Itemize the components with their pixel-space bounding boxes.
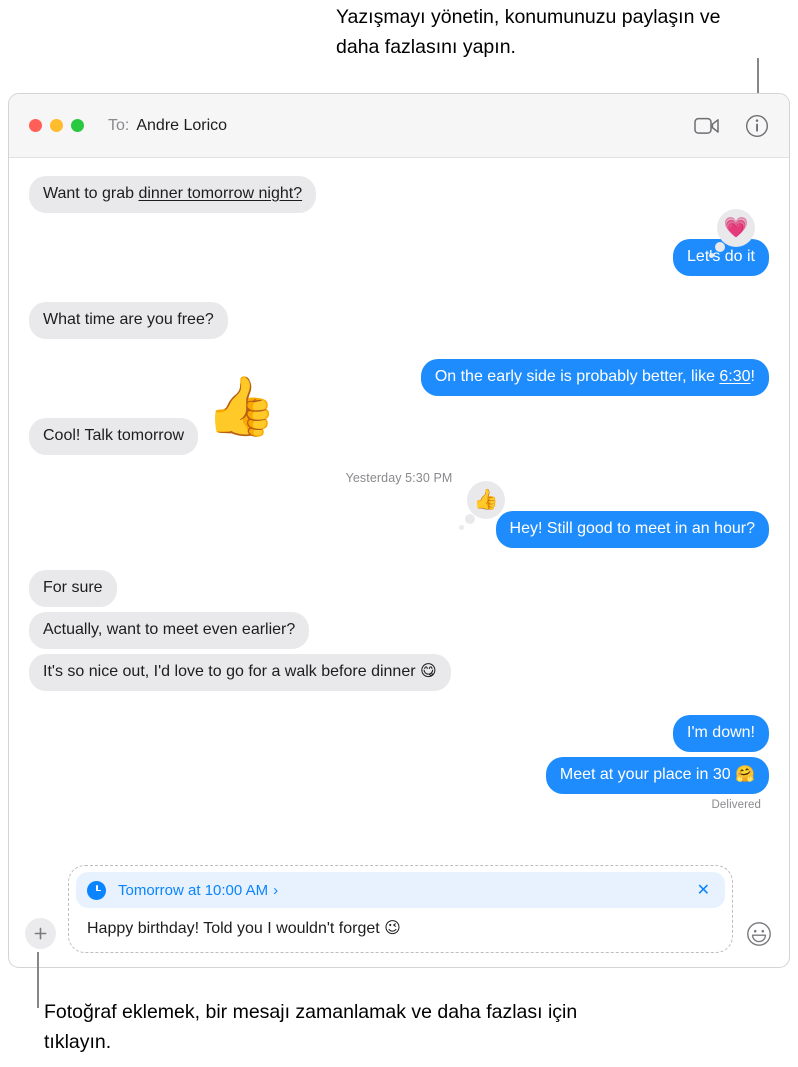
remove-schedule-button[interactable]: ✕ bbox=[695, 880, 712, 900]
message-row: What time are you free? bbox=[21, 302, 769, 339]
smiley-face-icon bbox=[747, 922, 771, 946]
zoom-window-button[interactable] bbox=[71, 119, 84, 132]
message-row: It's so nice out, I'd love to go for a w… bbox=[21, 654, 769, 691]
callout-bottom-text: Fotoğraf eklemek, bir mesajı zamanlamak … bbox=[44, 1001, 578, 1053]
details-info-button[interactable] bbox=[743, 112, 771, 140]
message-bubble-incoming[interactable]: What time are you free? bbox=[21, 302, 228, 339]
message-bubble-outgoing[interactable]: I'm down! bbox=[673, 715, 769, 752]
message-transcript[interactable]: Want to grab dinner tomorrow night? 💗 Le… bbox=[9, 158, 789, 855]
tapback-bubble: 👍 bbox=[467, 481, 505, 519]
message-bubble-incoming[interactable]: Want to grab dinner tomorrow night? bbox=[20, 176, 317, 213]
message-row: For sure bbox=[29, 570, 769, 607]
message-text-link[interactable]: 6:30 bbox=[719, 368, 750, 385]
message-bubble-outgoing[interactable]: On the early side is probably better, li… bbox=[420, 359, 778, 396]
tapback-bubble: 💗 bbox=[717, 209, 755, 247]
message-row: 💗 Let's do it bbox=[29, 209, 777, 276]
message-bubble-incoming[interactable]: Actually, want to meet even earlier? bbox=[29, 612, 310, 649]
message-bubble-incoming[interactable]: It's so nice out, I'd love to go for a w… bbox=[21, 654, 451, 691]
message-composer: Tomorrow at 10:00 AM › ✕ Happy birthday!… bbox=[9, 855, 789, 967]
message-input-field[interactable]: Tomorrow at 10:00 AM › ✕ Happy birthday!… bbox=[68, 865, 733, 953]
recipient-name: Andre Lorico bbox=[136, 116, 228, 134]
draft-message-text[interactable]: Happy birthday! Told you I wouldn't forg… bbox=[76, 908, 725, 945]
tapback-reaction-thumbsup[interactable]: 👍 bbox=[459, 481, 509, 530]
tapback-dot-small bbox=[459, 525, 464, 530]
clock-icon bbox=[87, 880, 106, 900]
message-text: Want to grab bbox=[43, 185, 139, 202]
message-row: Want to grab dinner tomorrow night? bbox=[20, 176, 769, 213]
tapback-dot-large bbox=[715, 242, 725, 252]
to-label: To: bbox=[108, 116, 130, 134]
message-bubble-incoming[interactable]: For sure bbox=[29, 570, 117, 607]
minimize-window-button[interactable] bbox=[50, 119, 63, 132]
message-row: Meet at your place in 30 🤗 bbox=[29, 757, 778, 794]
message-row: On the early side is probably better, li… bbox=[29, 359, 778, 396]
delivery-status: Delivered bbox=[711, 799, 761, 811]
chevron-right-icon[interactable]: › bbox=[273, 882, 278, 899]
conversation-timestamp: Yesterday 5:30 PM bbox=[345, 471, 453, 485]
messages-window: To: Andre Lorico Want to grab dinner tom… bbox=[8, 93, 790, 968]
tapback-dot-large bbox=[465, 514, 475, 524]
message-text-link[interactable]: dinner tomorrow night? bbox=[138, 185, 302, 202]
emoji-picker-button[interactable] bbox=[745, 920, 773, 948]
message-bubble-outgoing[interactable]: Meet at your place in 30 🤗 bbox=[545, 757, 778, 794]
window-titlebar: To: Andre Lorico bbox=[9, 94, 789, 158]
message-row: Cool! Talk tomorrow 👍 bbox=[20, 378, 769, 455]
message-bubble-incoming[interactable]: Cool! Talk tomorrow bbox=[20, 418, 199, 455]
callout-bottom-leader-line bbox=[37, 952, 39, 1008]
tapback-dot-small bbox=[709, 253, 714, 258]
video-camera-icon bbox=[694, 117, 719, 134]
titlebar-actions bbox=[693, 112, 771, 140]
message-text-tail: ! bbox=[750, 368, 755, 385]
scheduled-send-label: Tomorrow at 10:00 AM bbox=[118, 881, 269, 899]
add-attachment-button[interactable] bbox=[25, 918, 56, 949]
close-window-button[interactable] bbox=[29, 119, 42, 132]
traffic-lights bbox=[29, 119, 84, 132]
message-row: 👍 Hey! Still good to meet in an hour? bbox=[29, 481, 778, 548]
info-circle-icon bbox=[745, 114, 769, 137]
scheduled-send-chip[interactable]: Tomorrow at 10:00 AM › ✕ bbox=[76, 872, 725, 908]
facetime-button[interactable] bbox=[693, 112, 721, 140]
message-text: On the early side is probably better, li… bbox=[434, 368, 720, 385]
message-row: I'm down! bbox=[29, 715, 769, 752]
message-bubble-outgoing[interactable]: Hey! Still good to meet in an hour? bbox=[495, 511, 778, 548]
message-row: Actually, want to meet even earlier? bbox=[29, 612, 769, 649]
recipient-field[interactable]: To: Andre Lorico bbox=[108, 117, 227, 135]
tapback-reaction-heart[interactable]: 💗 bbox=[709, 209, 759, 258]
callout-top-text: Yazışmayı yönetin, konumunuzu paylaşın v… bbox=[336, 6, 721, 58]
plus-icon bbox=[34, 927, 47, 940]
